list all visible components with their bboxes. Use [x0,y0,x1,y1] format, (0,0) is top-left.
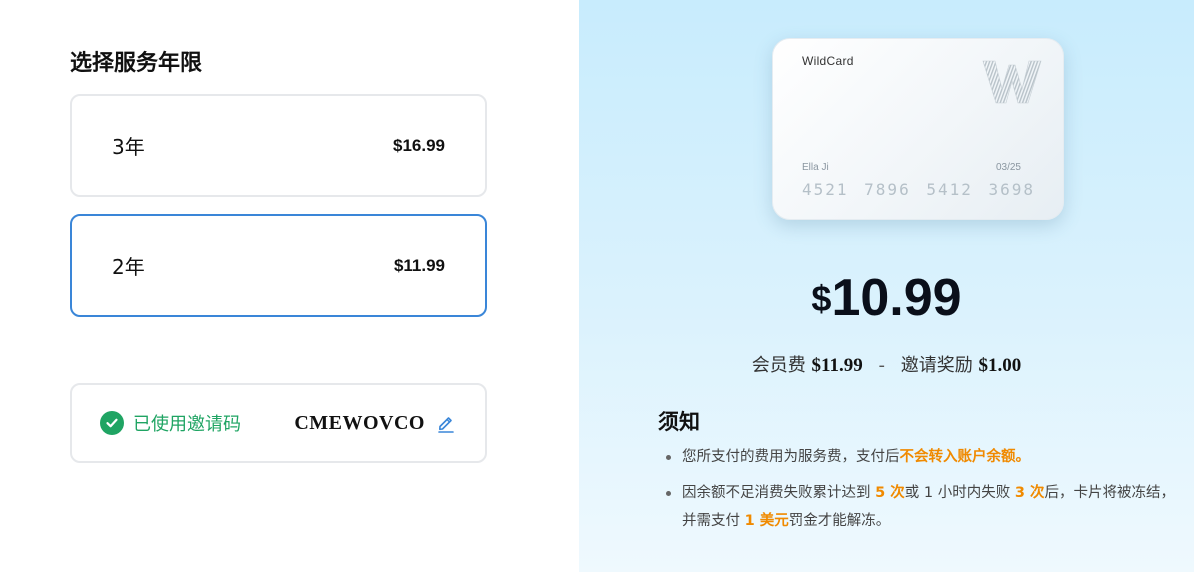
price-breakdown: 会员费 $11.99 - 邀请奖励 $1.00 [579,351,1194,377]
reward-label: 邀请奖励 [900,355,973,376]
total-price: $10.99 [579,268,1194,328]
notice-highlight: 3 次 [1014,485,1045,501]
plan-option-3-years[interactable]: 3年 $16.99 [70,94,487,197]
notice-highlight: 5 次 [875,485,905,501]
notice-text: 因余额不足消费失败累计达到 [682,485,876,501]
card-holder-name: Ella Ji [802,162,829,173]
card-preview: WildCard Ella Ji 03/25 4521 7896 5412 36… [772,38,1064,220]
check-circle-icon [100,411,124,435]
bullet-dot [666,455,671,460]
price-currency: $ [811,278,832,319]
payment-summary-panel: WildCard Ella Ji 03/25 4521 7896 5412 36… [579,0,1194,572]
plan-selection-panel: 选择服务年限 3年 $16.99 2年 $11.99 已使用邀请码 CMEWOV… [0,0,579,572]
notice-text: 您所支付的费用为服务费，支付后 [682,449,900,465]
edit-pencil-icon[interactable] [435,412,457,434]
notice-highlight: 1 美元 [744,513,789,529]
section-title: 选择服务年限 [70,51,203,76]
card-expiry: 03/25 [995,162,1021,173]
bullet-dot [666,491,671,496]
notice-text: 或 1 小时内失败 [904,485,1015,501]
plan-label: 2年 [112,255,145,279]
plan-price: $11.99 [393,255,445,275]
notice-highlight: 不会转入账户余额。 [899,449,1031,465]
wildcard-logo-icon [982,60,1042,104]
invite-code-box: 已使用邀请码 CMEWOVCO [70,383,487,463]
plan-price: $16.99 [393,135,445,155]
reward-value: $1.00 [978,355,1022,376]
card-number: 4521 7896 5412 3698 [802,180,1036,199]
notice-list: 您所支付的费用为服务费，支付后不会转入账户余额。 因余额不足消费失败累计达到 5… [666,443,1176,543]
plan-label: 3年 [112,135,145,159]
breakdown-separator: - [878,355,885,376]
notice-title: 须知 [658,410,700,434]
card-brand: WildCard [802,54,854,68]
price-amount: 10.99 [831,269,962,327]
plan-option-2-years[interactable]: 2年 $11.99 [70,214,487,317]
invite-code-value: CMEWOVCO [294,411,425,434]
invite-status-text: 已使用邀请码 [133,414,241,435]
fee-value: $11.99 [811,355,863,376]
notice-text: 罚金才能解冻。 [788,513,891,529]
notice-item: 您所支付的费用为服务费，支付后不会转入账户余额。 [666,443,1176,471]
notice-item: 因余额不足消费失败累计达到 5 次或 1 小时内失败 3 次后，卡片将被冻结，并… [666,479,1176,535]
fee-label: 会员费 [751,355,806,376]
